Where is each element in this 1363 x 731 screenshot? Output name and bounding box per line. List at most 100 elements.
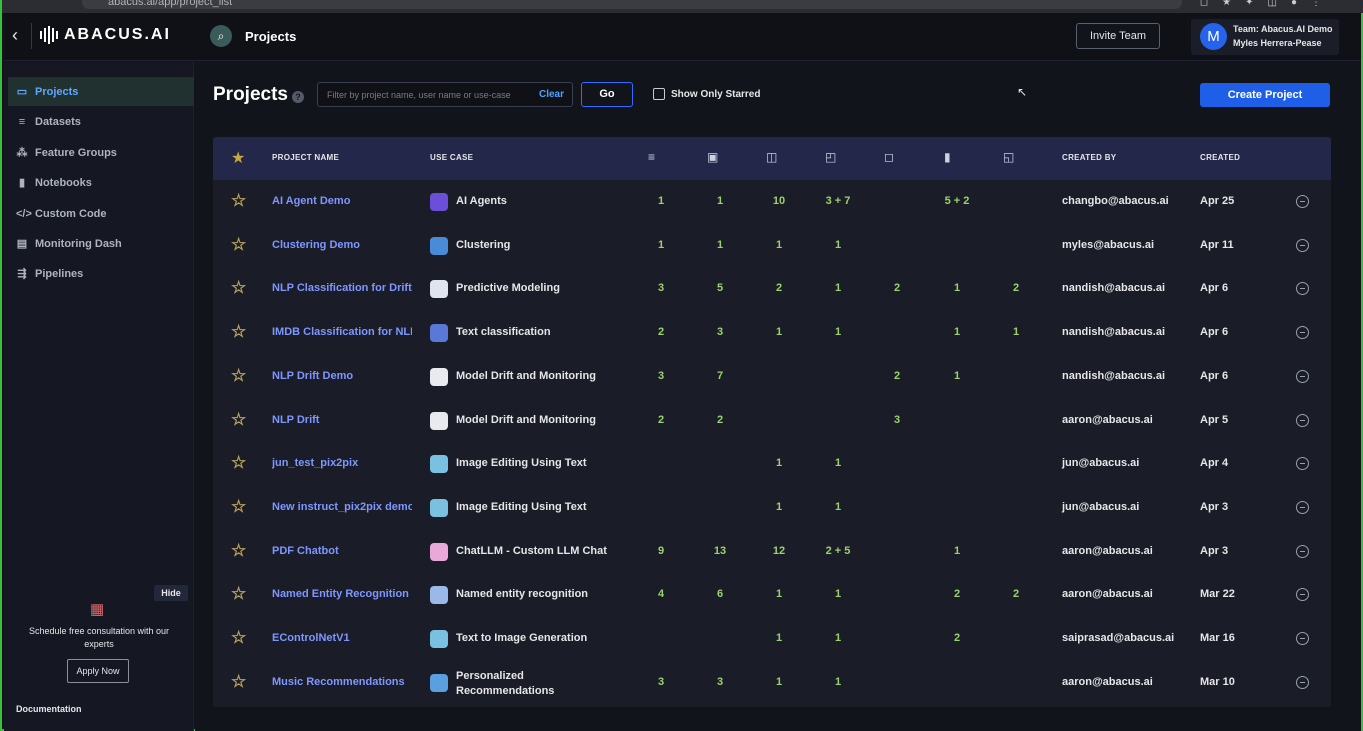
count-cell[interactable]: 2	[641, 414, 681, 426]
count-cell[interactable]: 1	[818, 457, 858, 469]
star-icon[interactable]: ☆	[231, 584, 246, 604]
count-cell[interactable]: 3	[641, 676, 681, 688]
table-row[interactable]: ☆ AI Agent Demo AI Agents 1 1 10 3 + 7 5 + 2 cha…	[213, 180, 1331, 224]
sidebar-item-custom-code[interactable]: </> Custom Code	[8, 199, 194, 228]
project-name-link[interactable]: New instruct_pix2pix demo	[272, 501, 412, 513]
sidebar-item-monitoring-dash[interactable]: ▤ Monitoring Dash	[8, 229, 194, 258]
star-icon[interactable]: ☆	[231, 235, 246, 255]
table-row[interactable]: ☆ EControlNetV1 Text to Image Generation 1 1…	[213, 617, 1331, 661]
row-menu-icon[interactable]	[1296, 675, 1309, 689]
address-bar[interactable]: abacus.ai/app/project_list	[82, 0, 1182, 9]
count-cell[interactable]: 1	[818, 588, 858, 600]
clear-button[interactable]: Clear	[539, 89, 564, 100]
count-cell[interactable]: 6	[700, 588, 740, 600]
project-name-link[interactable]: AI Agent Demo	[272, 195, 412, 207]
count-cell[interactable]: 1	[818, 239, 858, 251]
count-cell[interactable]: 2	[759, 282, 799, 294]
count-cell[interactable]: 1	[759, 501, 799, 513]
table-row[interactable]: ☆ NLP Drift Demo Model Drift and Monitorin…	[213, 355, 1331, 399]
count-cell[interactable]: 2	[937, 632, 977, 644]
count-cell[interactable]: 13	[700, 545, 740, 557]
count-cell[interactable]: 3	[700, 676, 740, 688]
row-menu-icon[interactable]	[1296, 632, 1309, 645]
sidebar-item-projects[interactable]: ▭ Projects	[8, 77, 194, 106]
create-project-button[interactable]: Create Project	[1200, 83, 1330, 107]
project-name-link[interactable]: IMDB Classification for NLF	[272, 326, 412, 338]
row-menu-icon[interactable]	[1296, 457, 1309, 471]
project-name-link[interactable]: EControlNetV1	[272, 632, 412, 644]
table-row[interactable]: ☆ Music Recommendations Personalized Recom…	[213, 661, 1331, 705]
count-cell[interactable]: 1	[818, 676, 858, 688]
project-name-link[interactable]: NLP Drift Demo	[272, 370, 412, 382]
table-row[interactable]: ☆ IMDB Classification for NLF Text classif…	[213, 311, 1331, 355]
back-arrow-icon[interactable]: ‹	[12, 25, 18, 46]
table-row[interactable]: ☆ New instruct_pix2pix demo Image Editing …	[213, 486, 1331, 530]
project-name-link[interactable]: Music Recommendations	[272, 676, 412, 688]
count-cell[interactable]: 2	[877, 282, 917, 294]
invite-team-button[interactable]: Invite Team	[1076, 23, 1160, 49]
project-name-link[interactable]: Named Entity Recognition	[272, 588, 412, 600]
row-menu-icon[interactable]	[1296, 369, 1309, 383]
count-cell[interactable]: 1	[759, 457, 799, 469]
count-cell[interactable]: 1	[996, 326, 1036, 338]
star-icon[interactable]: ☆	[231, 366, 246, 386]
col-project-name[interactable]: PROJECT NAME	[272, 153, 339, 162]
star-header-icon[interactable]: ★	[231, 148, 245, 168]
count-cell[interactable]: 1	[759, 326, 799, 338]
project-name-link[interactable]: NLP Classification for Drift	[272, 282, 412, 294]
sidebar-item-feature-groups[interactable]: ⁂ Feature Groups	[8, 138, 194, 167]
col-created[interactable]: CREATED	[1200, 153, 1240, 162]
row-menu-icon[interactable]	[1296, 238, 1309, 252]
sidebar-item-pipelines[interactable]: ⇶ Pipelines	[8, 259, 194, 288]
project-name-link[interactable]: NLP Drift	[272, 414, 412, 426]
star-icon[interactable]: ☆	[231, 191, 246, 211]
project-name-link[interactable]: PDF Chatbot	[272, 545, 412, 557]
col-use-case[interactable]: USE CASE	[430, 153, 473, 162]
team-switcher[interactable]: M Team: Abacus.AI Demo Myles Herrera-Pea…	[1191, 19, 1339, 55]
count-cell[interactable]: 9	[641, 545, 681, 557]
go-button[interactable]: Go	[581, 82, 633, 107]
count-cell[interactable]: 3	[641, 370, 681, 382]
sidebar-item-notebooks[interactable]: ▮ Notebooks	[8, 168, 194, 197]
table-row[interactable]: ☆ PDF Chatbot ChatLLM - Custom LLM Chat 9 13…	[213, 530, 1331, 574]
count-cell[interactable]: 1	[937, 370, 977, 382]
star-icon[interactable]: ☆	[231, 322, 246, 342]
sidebar-item-datasets[interactable]: ≡ Datasets	[8, 107, 194, 136]
count-cell[interactable]: 1	[818, 632, 858, 644]
table-row[interactable]: ☆ NLP Classification for Drift Predictive …	[213, 267, 1331, 311]
search-icon[interactable]: ⌕	[210, 25, 232, 47]
count-cell[interactable]: 2	[996, 282, 1036, 294]
show-starred-toggle[interactable]: Show Only Starred	[653, 88, 760, 100]
count-cell[interactable]: 1	[937, 326, 977, 338]
star-icon[interactable]: ☆	[231, 278, 246, 298]
row-menu-icon[interactable]	[1296, 326, 1309, 340]
count-cell[interactable]: 7	[700, 370, 740, 382]
count-cell[interactable]: 3	[641, 282, 681, 294]
row-menu-icon[interactable]	[1296, 500, 1309, 514]
count-cell[interactable]: 3 + 7	[818, 195, 858, 207]
count-cell[interactable]: 1	[641, 239, 681, 251]
row-menu-icon[interactable]	[1296, 544, 1309, 558]
row-menu-icon[interactable]	[1296, 413, 1309, 427]
count-cell[interactable]: 1	[759, 676, 799, 688]
star-icon[interactable]: ☆	[231, 628, 246, 648]
star-icon[interactable]: ☆	[231, 453, 246, 473]
count-cell[interactable]: 4	[641, 588, 681, 600]
row-menu-icon[interactable]	[1296, 588, 1309, 602]
row-menu-icon[interactable]	[1296, 195, 1309, 208]
count-cell[interactable]: 2	[996, 588, 1036, 600]
starred-checkbox[interactable]	[653, 88, 665, 100]
apply-now-button[interactable]: Apply Now	[67, 659, 129, 683]
star-icon[interactable]: ☆	[231, 672, 246, 692]
count-cell[interactable]: 1	[937, 282, 977, 294]
table-row[interactable]: ☆ Named Entity Recognition Named entity re…	[213, 573, 1331, 617]
star-icon[interactable]: ☆	[231, 497, 246, 517]
table-row[interactable]: ☆ NLP Drift Model Drift and Monitoring 2 2 3 a…	[213, 399, 1331, 443]
count-cell[interactable]: 2	[641, 326, 681, 338]
count-cell[interactable]: 3	[877, 414, 917, 426]
row-menu-icon[interactable]	[1296, 282, 1309, 296]
count-cell[interactable]: 2 + 5	[818, 545, 858, 557]
project-name-link[interactable]: Clustering Demo	[272, 239, 412, 251]
col-created-by[interactable]: CREATED BY	[1062, 153, 1116, 162]
count-cell[interactable]: 1	[700, 195, 740, 207]
